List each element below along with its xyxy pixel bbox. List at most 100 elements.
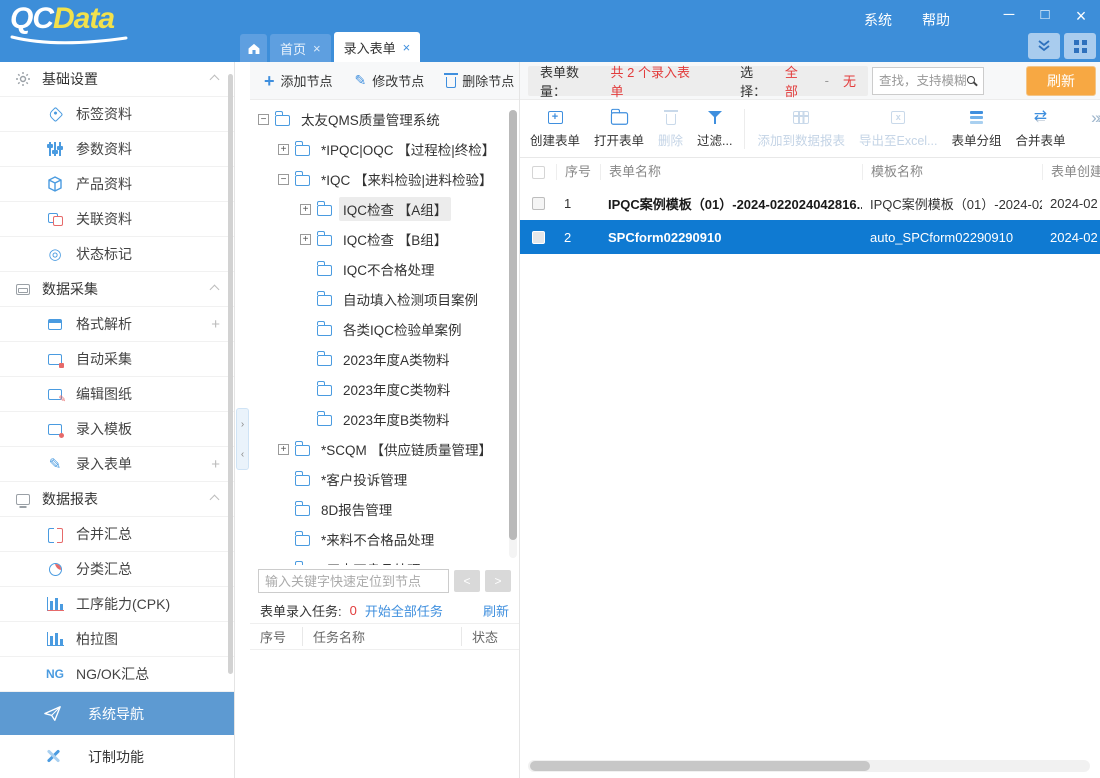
expand-icon[interactable] bbox=[278, 444, 289, 455]
sidebar-item-system-nav[interactable]: 系统导航 bbox=[0, 692, 234, 735]
tree-node[interactable]: *来料不合格品处理 bbox=[250, 524, 519, 554]
sidebar-item-product-data[interactable]: 产品资料 bbox=[0, 167, 234, 202]
sidebar-item-cpk[interactable]: 工序能力(CPK) bbox=[0, 587, 234, 622]
tree-node[interactable]: *厂内不良品处理 bbox=[250, 554, 519, 565]
refresh-button[interactable]: 刷新 bbox=[1026, 66, 1096, 96]
home-tab-button[interactable] bbox=[240, 34, 267, 62]
sidebar-section-basic-settings[interactable]: 基础设置 bbox=[0, 62, 234, 97]
table-row[interactable]: 1 IPQC案例模板（01）-2024-022024042816... IPQC… bbox=[520, 186, 1100, 220]
sidebar-item-ngok-summary[interactable]: NG NG/OK汇总 bbox=[0, 657, 234, 692]
collapse-all-button[interactable] bbox=[1028, 33, 1060, 59]
row-checkbox[interactable] bbox=[532, 197, 545, 210]
task-refresh-link[interactable]: 刷新 bbox=[483, 601, 509, 620]
add-node-button[interactable]: +添加节点 bbox=[264, 71, 333, 90]
tree-node[interactable]: 自动填入检测项目案例 bbox=[250, 284, 519, 314]
locate-prev-button[interactable]: < bbox=[454, 570, 480, 592]
select-all-link[interactable]: 全部 bbox=[785, 62, 811, 100]
maximize-icon[interactable]: □ bbox=[1034, 6, 1056, 27]
column-header-no[interactable]: 序号 bbox=[556, 164, 600, 180]
auto-collect-icon bbox=[46, 350, 64, 368]
expand-icon[interactable] bbox=[300, 234, 311, 245]
create-form-button[interactable]: 创建表单 bbox=[528, 108, 582, 149]
add-icon[interactable]: + bbox=[211, 456, 220, 473]
sidebar-section-data-report[interactable]: 数据报表 bbox=[0, 482, 234, 517]
row-checkbox[interactable] bbox=[532, 231, 545, 244]
sidebar-item-format-parse[interactable]: 格式解析 + bbox=[0, 307, 234, 342]
filter-button[interactable]: 过滤... bbox=[695, 108, 734, 149]
horizontal-scrollbar[interactable] bbox=[528, 760, 1090, 772]
tree-scrollbar[interactable] bbox=[509, 110, 517, 558]
start-all-tasks-link[interactable]: 开始全部任务 bbox=[365, 601, 443, 620]
menu-help[interactable]: 帮助 bbox=[922, 10, 950, 30]
column-header-template[interactable]: 模板名称 bbox=[862, 164, 1042, 180]
form-group-button[interactable]: 表单分组 bbox=[949, 108, 1003, 149]
collapse-icon[interactable] bbox=[258, 114, 269, 125]
sidebar-item-status-mark[interactable]: ◎ 状态标记 bbox=[0, 237, 234, 272]
minimize-icon[interactable]: ─ bbox=[998, 6, 1020, 27]
sidebar-item-tag-data[interactable]: 标签资料 bbox=[0, 97, 234, 132]
tab-home[interactable]: 首页 × bbox=[270, 34, 331, 62]
folder-icon bbox=[295, 445, 310, 456]
tree-search-input[interactable] bbox=[258, 569, 449, 593]
collapse-icon[interactable] bbox=[278, 174, 289, 185]
form-search-input[interactable] bbox=[879, 74, 967, 88]
close-tab-icon[interactable]: × bbox=[403, 41, 411, 54]
plus-icon: + bbox=[264, 72, 275, 90]
tree-node[interactable]: 2023年度C类物料 bbox=[250, 374, 519, 404]
sidebar-scrollbar[interactable] bbox=[228, 74, 233, 674]
sidebar-item-edit-drawing[interactable]: 编辑图纸 bbox=[0, 377, 234, 412]
table-row-selected[interactable]: 2 SPCform02290910 auto_SPCform02290910 2… bbox=[520, 220, 1100, 254]
folder-icon bbox=[317, 415, 332, 426]
folder-icon bbox=[295, 565, 310, 566]
sidebar-section-data-collection[interactable]: 数据采集 bbox=[0, 272, 234, 307]
sidebar-item-pareto[interactable]: 柏拉图 bbox=[0, 622, 234, 657]
tree-node[interactable]: 2023年度B类物料 bbox=[250, 404, 519, 434]
task-table-header: 序号 任务名称 状态 bbox=[250, 623, 519, 650]
scrollbar-thumb[interactable] bbox=[530, 761, 870, 771]
logo-data: Data bbox=[53, 2, 114, 35]
tree-node[interactable]: 太友QMS质量管理系统 bbox=[250, 104, 519, 134]
tree-node[interactable]: *IPQC|OQC 【过程检|终检】 bbox=[250, 134, 519, 164]
select-none-link[interactable]: 无 bbox=[843, 71, 856, 90]
layout-grid-button[interactable] bbox=[1064, 33, 1096, 59]
expand-icon[interactable] bbox=[300, 204, 311, 215]
expand-icon[interactable] bbox=[278, 144, 289, 155]
tree-node[interactable]: *IQC 【来料检验|进料检验】 bbox=[250, 164, 519, 194]
tree-node[interactable]: IQC检查 【B组】 bbox=[250, 224, 519, 254]
column-header-created[interactable]: 表单创建时间 bbox=[1042, 164, 1100, 180]
search-icon[interactable] bbox=[967, 76, 975, 84]
sidebar-item-parameter-data[interactable]: 参数资料 bbox=[0, 132, 234, 167]
tree-node[interactable]: 各类IQC检验单案例 bbox=[250, 314, 519, 344]
tree-node-selected[interactable]: IQC检查 【A组】 bbox=[250, 194, 519, 224]
open-form-button[interactable]: 打开表单 bbox=[592, 108, 646, 149]
select-all-checkbox[interactable] bbox=[532, 166, 545, 179]
splitter-toggle[interactable]: ›‹ bbox=[236, 408, 249, 470]
close-tab-icon[interactable]: × bbox=[313, 42, 321, 55]
tree-node[interactable]: *SCQM 【供应链质量管理】 bbox=[250, 434, 519, 464]
task-status-row: 表单录入任务: 0 开始全部任务 刷新 bbox=[250, 597, 519, 623]
tree-panel: +添加节点 ✎修改节点 删除节点 太友QMS质量管理系统 *IPQC|OQC 【… bbox=[250, 62, 520, 778]
sidebar-item-auto-collect[interactable]: 自动采集 bbox=[0, 342, 234, 377]
toolbar-scroll-left-icon[interactable]: ← bbox=[1033, 110, 1048, 127]
sidebar-item-entry-template[interactable]: 录入模板 bbox=[0, 412, 234, 447]
menu-system[interactable]: 系统 bbox=[864, 10, 892, 30]
edit-node-button[interactable]: ✎修改节点 bbox=[355, 71, 425, 90]
tab-entry-form[interactable]: 录入表单 × bbox=[334, 32, 421, 62]
sidebar-item-relation-data[interactable]: 关联资料 bbox=[0, 202, 234, 237]
merge-summary-icon bbox=[46, 525, 64, 543]
sidebar-item-category-summary[interactable]: 分类汇总 bbox=[0, 552, 234, 587]
tree-node[interactable]: 8D报告管理 bbox=[250, 494, 519, 524]
tree-node[interactable]: *客户投诉管理 bbox=[250, 464, 519, 494]
sidebar-item-custom-functions[interactable]: 订制功能 bbox=[0, 735, 234, 778]
add-icon[interactable]: + bbox=[211, 316, 220, 333]
chevron-left-icon: ‹ bbox=[241, 449, 244, 460]
locate-next-button[interactable]: > bbox=[485, 570, 511, 592]
tree-node[interactable]: IQC不合格处理 bbox=[250, 254, 519, 284]
sidebar-item-merge-summary[interactable]: 合并汇总 bbox=[0, 517, 234, 552]
toolbar-scroll-right-icon[interactable]: »» bbox=[1091, 108, 1100, 128]
tree-node[interactable]: 2023年度A类物料 bbox=[250, 344, 519, 374]
delete-node-button[interactable]: 删除节点 bbox=[446, 71, 514, 90]
sidebar-item-entry-form[interactable]: ✎ 录入表单 + bbox=[0, 447, 234, 482]
close-icon[interactable]: × bbox=[1070, 6, 1092, 27]
column-header-name[interactable]: 表单名称 bbox=[600, 164, 862, 180]
